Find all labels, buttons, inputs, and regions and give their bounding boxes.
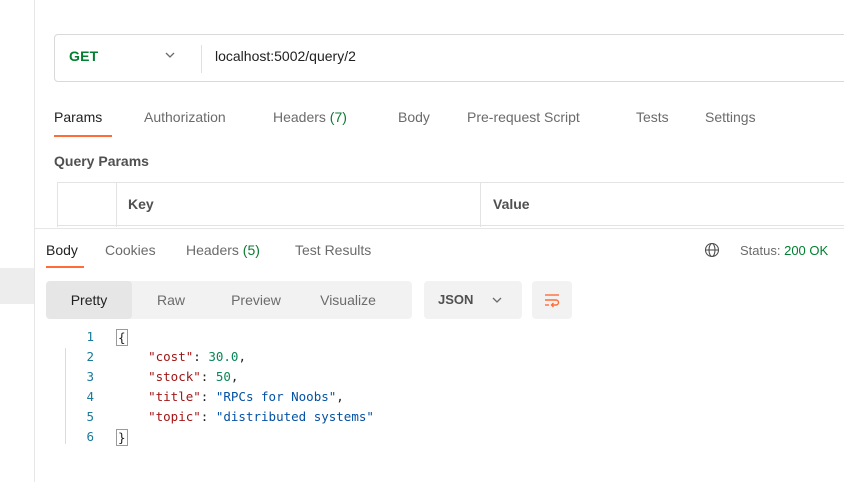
query-params-heading: Query Params — [54, 153, 149, 169]
code-text: "stock": 50, — [148, 369, 239, 384]
response-status[interactable]: Status: 200 OK — [740, 243, 828, 258]
value-column-header: Value — [493, 196, 530, 212]
tab-params[interactable]: Params — [54, 109, 102, 125]
code-line: 3 "stock": 50, — [60, 369, 660, 389]
json-key: "cost" — [148, 349, 194, 364]
key-column-header: Key — [128, 196, 154, 212]
view-mode-visualize[interactable]: Visualize — [302, 281, 394, 319]
tab-label: Authorization — [144, 109, 226, 125]
code-line: 4 "title": "RPCs for Noobs", — [60, 389, 660, 409]
view-mode-selector: Pretty Raw Preview Visualize — [46, 281, 412, 319]
pane-divider — [34, 0, 35, 482]
table-column-divider — [57, 183, 58, 227]
tab-label: Body — [46, 242, 78, 258]
tab-pre-request-script[interactable]: Pre-request Script — [467, 109, 580, 125]
json-key: "title" — [148, 389, 201, 404]
word-wrap-icon — [545, 294, 560, 308]
table-column-divider — [116, 183, 117, 227]
query-params-table: Key Value — [57, 182, 844, 227]
code-line: 2 "cost": 30.0, — [60, 349, 660, 369]
code-text: "title": "RPCs for Noobs", — [148, 389, 344, 404]
code-text: { — [116, 329, 128, 346]
tab-count: (7) — [325, 109, 347, 125]
tab-label: Body — [398, 109, 430, 125]
method-select[interactable]: GET — [69, 48, 98, 64]
chevron-down-icon — [492, 297, 502, 303]
status-label: Status: — [740, 243, 781, 258]
code-text: "cost": 30.0, — [148, 349, 246, 364]
view-mode-preview[interactable]: Preview — [210, 281, 302, 319]
response-tab-headers[interactable]: Headers (5) — [186, 242, 260, 258]
json-brace: { — [116, 329, 128, 346]
active-response-tab-indicator — [46, 266, 84, 268]
code-text: } — [116, 429, 128, 446]
line-number: 1 — [86, 329, 94, 344]
status-value: 200 OK — [784, 243, 829, 258]
tab-label: Test Results — [295, 242, 372, 258]
format-label: JSON — [438, 292, 474, 307]
response-tab-cookies[interactable]: Cookies — [105, 242, 156, 258]
line-number: 5 — [86, 409, 94, 424]
tab-settings[interactable]: Settings — [705, 109, 756, 125]
json-value: 30.0 — [208, 349, 239, 364]
line-number: 6 — [86, 429, 94, 444]
tab-label: Cookies — [105, 242, 156, 258]
response-tab-test-results[interactable]: Test Results — [295, 242, 371, 258]
tab-label: Headers — [186, 242, 239, 258]
code-line: 1{ — [60, 329, 660, 349]
line-number: 2 — [86, 349, 94, 364]
json-key: "stock" — [148, 369, 201, 384]
url-input[interactable] — [215, 48, 815, 64]
word-wrap-button[interactable] — [532, 281, 572, 319]
left-gutter-selection — [0, 268, 34, 304]
active-tab-indicator — [54, 135, 112, 137]
tab-label: Params — [54, 109, 103, 125]
tab-tests[interactable]: Tests — [636, 109, 669, 125]
tab-body[interactable]: Body — [398, 109, 430, 125]
code-line: 5 "topic": "distributed systems" — [60, 409, 660, 429]
left-gutter — [0, 0, 34, 482]
request-response-divider[interactable] — [34, 228, 844, 229]
tab-label: Pre-request Script — [467, 109, 580, 125]
json-value: "distributed systems" — [215, 409, 374, 424]
format-dropdown[interactable]: JSON — [424, 281, 522, 319]
view-mode-raw[interactable]: Raw — [132, 281, 210, 319]
tab-authorization[interactable]: Authorization — [144, 109, 226, 125]
code-line: 6} — [60, 429, 660, 449]
code-text: "topic": "distributed systems" — [148, 409, 374, 424]
table-column-divider — [480, 183, 481, 227]
json-key: "topic" — [148, 409, 201, 424]
request-url-bar: GET — [54, 34, 844, 82]
view-mode-pretty[interactable]: Pretty — [46, 281, 132, 319]
json-value: "RPCs for Noobs" — [215, 389, 337, 404]
tab-headers[interactable]: Headers (7) — [273, 109, 347, 125]
tab-label: Tests — [636, 109, 669, 125]
response-tab-body[interactable]: Body — [46, 242, 78, 258]
globe-icon[interactable] — [704, 242, 720, 258]
tab-label: Headers — [273, 109, 326, 125]
tab-label: Settings — [705, 109, 756, 125]
json-brace: } — [116, 429, 128, 446]
line-number: 4 — [86, 389, 94, 404]
line-number: 3 — [86, 369, 94, 384]
chevron-down-icon[interactable] — [163, 48, 177, 62]
tab-count: (5) — [238, 242, 260, 258]
json-value: 50 — [215, 369, 231, 384]
url-separator — [201, 45, 202, 73]
